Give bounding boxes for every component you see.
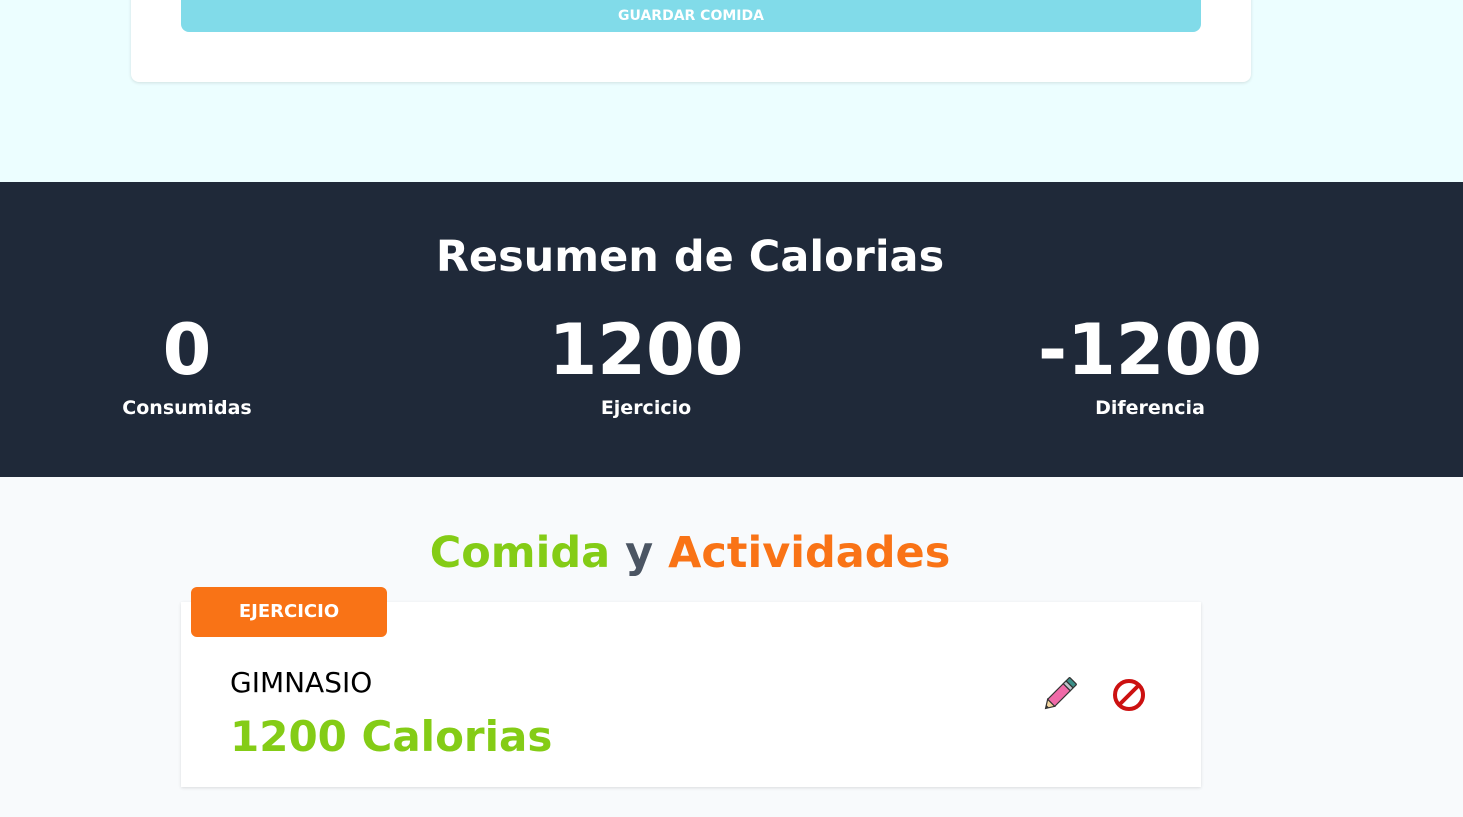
save-meal-button[interactable]: Guardar comida: [181, 0, 1201, 32]
calorie-summary: Resumen de Calorias 0 Consumidas 1200 Ej…: [0, 182, 1463, 477]
form-card: Guardar comida: [131, 0, 1251, 82]
stat-difference: -1200 Diferencia: [1030, 307, 1270, 419]
activity-name: Gimnasio: [230, 666, 373, 699]
exercise-value: 1200: [548, 309, 744, 391]
activity-card: Ejercicio Gimnasio 1200 Calorias: [181, 587, 1201, 787]
prohibited-icon: [1113, 679, 1145, 711]
category-badge: Ejercicio: [191, 587, 387, 637]
difference-value: -1200: [1038, 309, 1262, 391]
title-and-word: y: [625, 528, 654, 578]
pencil-icon: [1044, 677, 1077, 710]
activities-title: Comida y Actividades: [0, 528, 1380, 578]
activity-calories: 1200 Calorias: [230, 712, 553, 761]
consumed-value: 0: [162, 309, 212, 391]
stat-exercise: 1200 Ejercicio: [526, 307, 766, 419]
form-section: Guardar comida: [0, 0, 1463, 182]
title-activities-word: Actividades: [668, 528, 951, 578]
summary-title: Resumen de Calorias: [435, 232, 945, 282]
delete-activity-button[interactable]: [1106, 672, 1152, 718]
title-food-word: Comida: [429, 528, 611, 578]
difference-label: Diferencia: [1095, 397, 1205, 419]
consumed-label: Consumidas: [122, 397, 252, 419]
exercise-label: Ejercicio: [600, 397, 692, 419]
edit-activity-button[interactable]: [1036, 672, 1082, 718]
stat-consumed: 0 Consumidas: [87, 307, 287, 419]
